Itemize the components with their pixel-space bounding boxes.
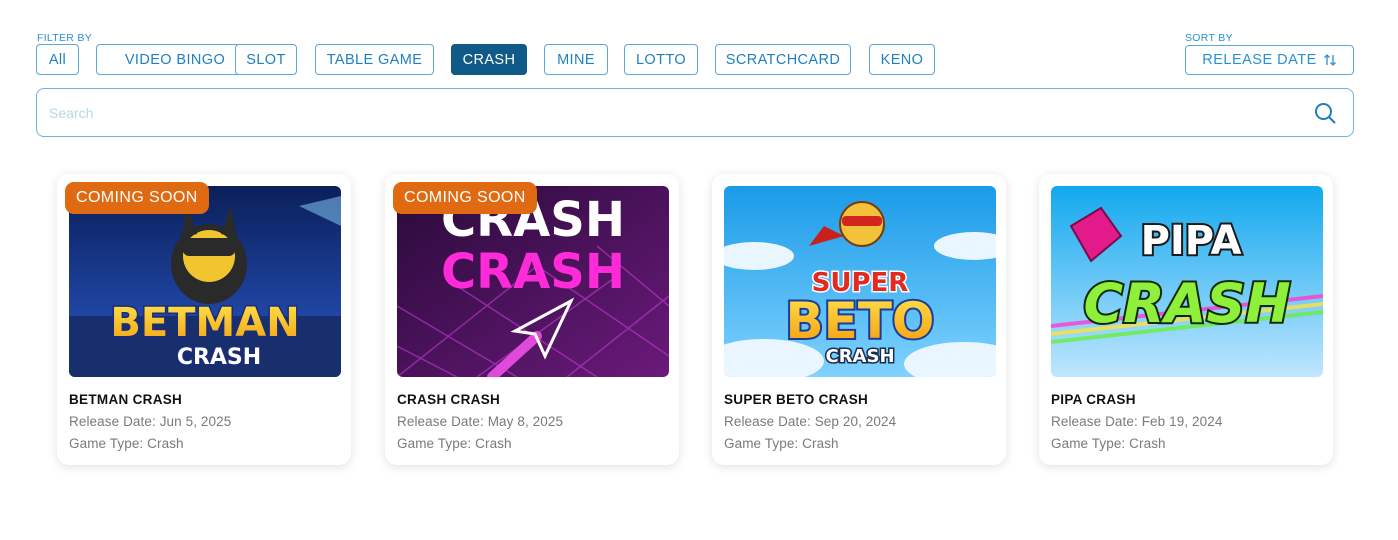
game-thumbnail[interactable]: BETMAN CRASH [69,186,341,377]
filter-chip-crash[interactable]: CRASH [451,44,527,75]
art-text-betman: BETMAN [110,300,299,346]
game-type: Game Type: Crash [1051,436,1166,451]
game-release-date: Release Date: Sep 20, 2024 [724,414,897,429]
art-text-crash: CRASH [825,346,894,367]
filter-chip-table-game[interactable]: TABLE GAME [315,44,434,75]
game-type: Game Type: Crash [397,436,512,451]
super-beto-crash-artwork: SUPER BETO CRASH [724,186,996,377]
game-title: SUPER BETO CRASH [724,392,869,407]
art-text-pipa: PIPA [1141,218,1242,264]
filter-chip-all[interactable]: All [36,44,79,75]
game-card-pipa-crash[interactable]: PIPA CRASH PIPA CRASH Release Date: Feb … [1039,174,1333,465]
filter-chip-mine[interactable]: MINE [544,44,608,75]
filter-chip-video-bingo[interactable]: VIDEO BINGO [96,44,254,75]
filter-chip-lotto[interactable]: LOTTO [624,44,698,75]
art-text-beto: BETO [786,292,935,350]
game-thumbnail[interactable]: SUPER BETO CRASH [724,186,996,377]
search-input[interactable] [49,89,1299,136]
game-release-date: Release Date: Jun 5, 2025 [69,414,232,429]
game-title: PIPA CRASH [1051,392,1136,407]
search-box [36,88,1354,137]
art-text-crash: CRASH [1083,272,1290,335]
game-title: CRASH CRASH [397,392,501,407]
filter-label: FILTER BY [37,32,93,44]
art-text-crash: CRASH [177,345,261,370]
filter-chip-slot[interactable]: SLOT [235,44,297,75]
betman-crash-artwork: BETMAN CRASH [69,186,341,377]
coming-soon-badge: COMING SOON [393,182,537,214]
game-type: Game Type: Crash [724,436,839,451]
game-type: Game Type: Crash [69,436,184,451]
game-card-betman-crash[interactable]: BETMAN CRASH COMING SOON BETMAN CRASH Re… [57,174,351,465]
game-release-date: Release Date: May 8, 2025 [397,414,564,429]
sort-button[interactable]: RELEASE DATE [1185,45,1354,75]
game-card-crash-crash[interactable]: CRASH CRASH COMING SOON CRASH CRASH Rele… [385,174,679,465]
game-title: BETMAN CRASH [69,392,183,407]
game-thumbnail[interactable]: PIPA CRASH [1051,186,1323,377]
game-card-super-beto-crash[interactable]: SUPER BETO CRASH SUPER BETO CRASH Releas… [712,174,1006,465]
sort-label: SORT BY [1185,32,1233,44]
game-release-date: Release Date: Feb 19, 2024 [1051,414,1223,429]
crash-crash-artwork: CRASH CRASH [397,186,669,377]
sort-value: RELEASE DATE [1202,52,1317,68]
filter-chip-scratchcard[interactable]: SCRATCHCARD [715,44,851,75]
coming-soon-badge: COMING SOON [65,182,209,214]
game-thumbnail[interactable]: CRASH CRASH [397,186,669,377]
search-icon[interactable] [1313,101,1337,125]
art-text-crash-pink: CRASH [441,244,625,300]
pipa-crash-artwork: PIPA CRASH [1051,186,1323,377]
sort-arrows-icon [1323,54,1336,66]
filter-chip-keno[interactable]: KENO [869,44,935,75]
